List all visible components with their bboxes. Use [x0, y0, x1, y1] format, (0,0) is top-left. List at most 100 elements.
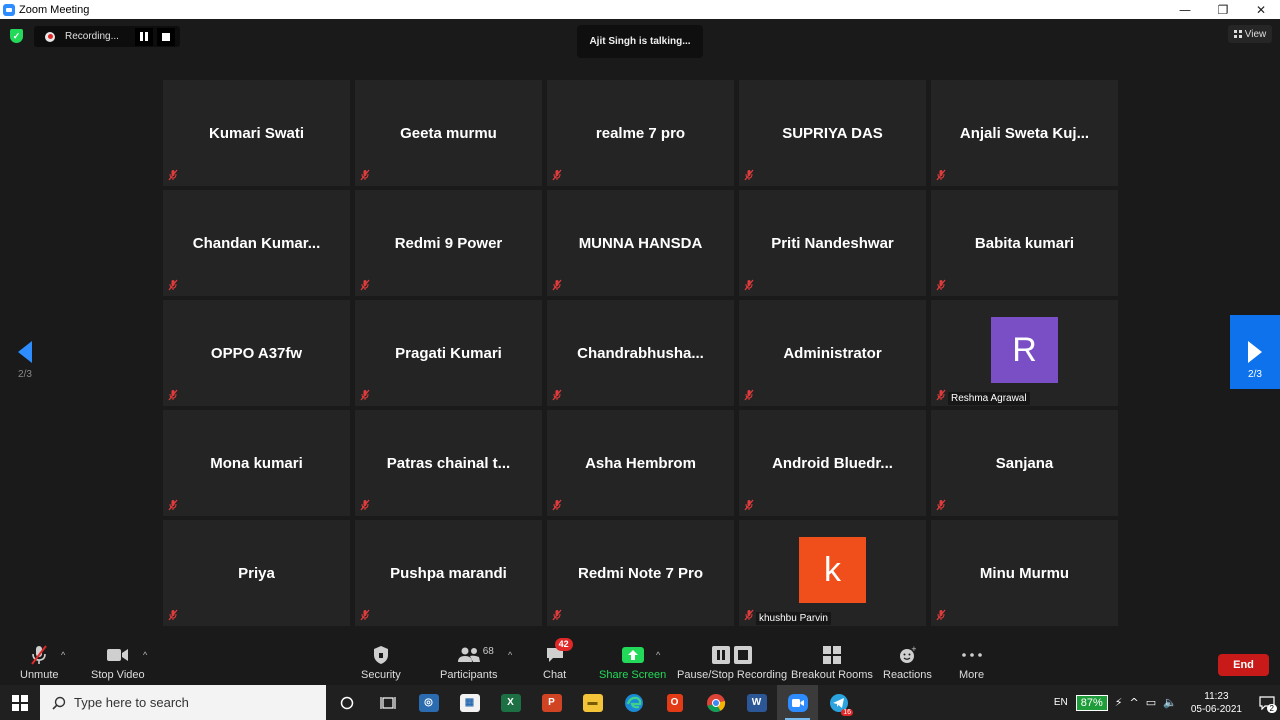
- video-options-caret-icon[interactable]: ^: [143, 650, 147, 660]
- file-explorer-icon[interactable]: ▬: [572, 685, 613, 720]
- app-scan-icon[interactable]: ◎: [408, 685, 449, 720]
- more-button[interactable]: More: [959, 644, 984, 681]
- recording-dot-icon: [45, 31, 55, 42]
- participant-tile[interactable]: realme 7 pro: [547, 80, 734, 186]
- store-icon[interactable]: ▦: [449, 685, 490, 720]
- participant-tile[interactable]: k khushbu Parvin: [739, 520, 926, 626]
- more-dots-icon: [961, 644, 982, 666]
- participants-options-caret-icon[interactable]: ^: [508, 650, 512, 660]
- participant-tile[interactable]: Geeta murmu: [355, 80, 542, 186]
- participant-tile[interactable]: Pragati Kumari: [355, 300, 542, 406]
- stop-recording-icon[interactable]: [157, 27, 175, 46]
- participant-tile[interactable]: OPPO A37fw: [163, 300, 350, 406]
- presentation-app-icon[interactable]: P: [531, 685, 572, 720]
- participant-name: Redmi Note 7 Pro: [577, 564, 704, 582]
- power-plug-icon[interactable]: ⚡: [1115, 696, 1123, 709]
- security-button[interactable]: Security: [361, 644, 401, 681]
- close-button[interactable]: ✕: [1242, 0, 1280, 19]
- participant-name: Mona kumari: [210, 454, 303, 472]
- notifications-icon[interactable]: 2: [1254, 685, 1280, 720]
- chrome-icon[interactable]: [695, 685, 736, 720]
- minimize-button[interactable]: —: [1166, 0, 1204, 19]
- excel-icon[interactable]: X: [490, 685, 531, 720]
- end-meeting-button[interactable]: End: [1218, 654, 1269, 676]
- pause-stop-recording-button[interactable]: Pause/Stop Recording: [677, 644, 787, 681]
- window-titlebar: Zoom Meeting — ❐ ✕: [0, 0, 1280, 19]
- participant-name: Kumari Swati: [208, 124, 305, 142]
- taskbar-search[interactable]: Type here to search: [40, 685, 326, 720]
- participant-tile[interactable]: Pushpa marandi: [355, 520, 542, 626]
- participant-tile[interactable]: Anjali Sweta Kuj...: [931, 80, 1118, 186]
- cortana-icon[interactable]: [326, 685, 367, 720]
- stop-video-button[interactable]: Stop Video: [91, 644, 145, 681]
- clock[interactable]: 11:23 05-06-2021: [1191, 690, 1242, 716]
- maximize-button[interactable]: ❐: [1204, 0, 1242, 19]
- participant-tile[interactable]: Priti Nandeshwar: [739, 190, 926, 296]
- volume-icon[interactable]: 🔈: [1163, 696, 1177, 709]
- reactions-button[interactable]: + Reactions: [883, 644, 932, 681]
- participant-tile[interactable]: Redmi 9 Power: [355, 190, 542, 296]
- breakout-rooms-button[interactable]: Breakout Rooms: [791, 644, 873, 681]
- participant-tile[interactable]: SUPRIYA DAS: [739, 80, 926, 186]
- windows-logo-icon: [12, 694, 28, 711]
- participant-name: Anjali Sweta Kuj...: [959, 124, 1090, 142]
- participant-tile[interactable]: Minu Murmu: [931, 520, 1118, 626]
- participant-tile[interactable]: Sanjana: [931, 410, 1118, 516]
- muted-mic-icon: [360, 169, 370, 181]
- participant-tile[interactable]: Chandan Kumar...: [163, 190, 350, 296]
- participant-name: OPPO A37fw: [210, 344, 303, 362]
- participant-tile[interactable]: Android Bluedr...: [739, 410, 926, 516]
- network-icon[interactable]: ▭: [1146, 696, 1156, 709]
- participant-tile[interactable]: Patras chainal t...: [355, 410, 542, 516]
- unmute-button[interactable]: Unmute: [20, 644, 59, 681]
- telegram-icon[interactable]: 16: [818, 685, 859, 720]
- pause-stop-recording-label: Pause/Stop Recording: [677, 669, 788, 681]
- participant-tile[interactable]: Priya: [163, 520, 350, 626]
- previous-page-button[interactable]: 2/3: [8, 315, 42, 389]
- encryption-shield-icon[interactable]: ✓: [10, 29, 23, 43]
- participant-name: Priti Nandeshwar: [771, 234, 894, 252]
- chat-label: Chat: [543, 669, 567, 681]
- chat-bubble-icon: 42: [545, 638, 573, 666]
- participant-tile[interactable]: MUNNA HANSDA: [547, 190, 734, 296]
- muted-mic-icon: [168, 279, 178, 291]
- participant-name: Pushpa marandi: [390, 564, 507, 582]
- participant-tile[interactable]: Asha Hembrom: [547, 410, 734, 516]
- view-button[interactable]: View: [1228, 25, 1272, 43]
- telegram-badge: 16: [841, 709, 853, 716]
- participant-name: Redmi 9 Power: [394, 234, 503, 252]
- arrow-left-icon: [18, 341, 32, 363]
- participant-tile[interactable]: Administrator: [739, 300, 926, 406]
- next-page-button[interactable]: 2/3: [1230, 315, 1280, 389]
- participant-tile[interactable]: R Reshma Agrawal: [931, 300, 1118, 406]
- start-button[interactable]: [0, 685, 40, 720]
- pause-recording-icon[interactable]: [135, 27, 153, 46]
- office-icon[interactable]: O: [654, 685, 695, 720]
- chat-unread-badge: 42: [554, 638, 573, 651]
- participant-tile[interactable]: Mona kumari: [163, 410, 350, 516]
- participant-tile[interactable]: Babita kumari: [931, 190, 1118, 296]
- participants-button[interactable]: 68 Participants: [440, 644, 497, 681]
- search-placeholder: Type here to search: [74, 695, 189, 710]
- chevron-up-icon[interactable]: ^: [1130, 696, 1139, 709]
- word-icon[interactable]: W: [736, 685, 777, 720]
- participant-name: realme 7 pro: [595, 124, 686, 142]
- participant-tile[interactable]: Kumari Swati: [163, 80, 350, 186]
- muted-mic-icon: [360, 389, 370, 401]
- battery-indicator[interactable]: 87%: [1075, 694, 1108, 711]
- muted-mic-icon: [360, 609, 370, 621]
- edge-icon[interactable]: [613, 685, 654, 720]
- audio-options-caret-icon[interactable]: ^: [61, 650, 65, 660]
- participant-tile[interactable]: Redmi Note 7 Pro: [547, 520, 734, 626]
- language-indicator[interactable]: EN: [1054, 697, 1068, 708]
- task-view-icon[interactable]: [367, 685, 408, 720]
- muted-mic-icon: [552, 279, 562, 291]
- chat-button[interactable]: 42 Chat: [543, 638, 573, 681]
- participant-name: Chandrabhusha...: [577, 344, 704, 362]
- search-icon: [52, 696, 66, 710]
- share-options-caret-icon[interactable]: ^: [656, 650, 660, 660]
- zoom-taskbar-icon[interactable]: [777, 685, 818, 720]
- participant-tile[interactable]: Chandrabhusha...: [547, 300, 734, 406]
- participant-name: Priya: [238, 564, 275, 582]
- muted-mic-icon: [936, 499, 946, 511]
